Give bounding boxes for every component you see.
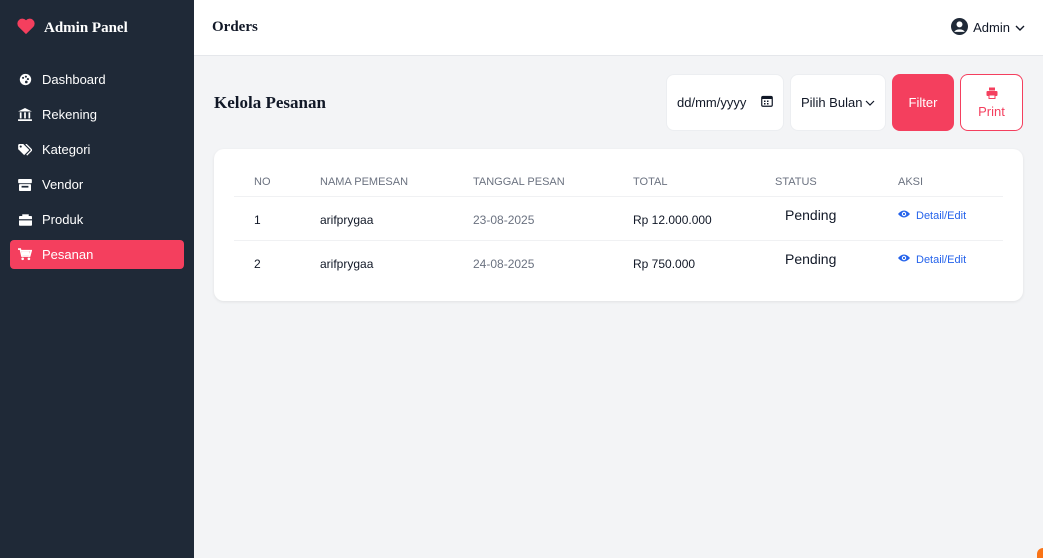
brand-title: Admin Panel (44, 19, 128, 36)
table-row: 1 arifprygaa 23-08-2025 Rp 12.000.000 Pe… (234, 196, 1003, 241)
cell-tanggal-text: 23-08-2025 (473, 213, 535, 227)
month-select[interactable]: Pilih Bulan (790, 74, 886, 131)
table-header-row: NO NAMA PEMESAN TANGGAL PESAN TOTAL STAT… (234, 169, 1003, 197)
cell-no-text: 1 (254, 213, 261, 227)
status-text: Pending (785, 251, 837, 268)
col-header-total: TOTAL (633, 169, 775, 197)
print-label: Print (978, 103, 1005, 119)
cell-total-text: Rp 750.000 (633, 257, 696, 272)
sidebar-item-dashboard[interactable]: Dashboard (10, 65, 184, 94)
cell-status: Pending (775, 240, 898, 284)
cell-total-text: Rp 12.000.000 (633, 213, 712, 227)
store-icon (18, 178, 32, 192)
cart-icon (18, 248, 32, 262)
detail-edit-label: Detail/Edit (916, 209, 967, 222)
calendar-icon (761, 95, 773, 110)
printer-icon (986, 87, 998, 102)
print-button[interactable]: Print (960, 74, 1023, 131)
sidebar-item-rekening[interactable]: Rekening (10, 100, 184, 129)
cell-aksi: Detail/Edit (898, 240, 1003, 284)
bank-icon (18, 108, 32, 122)
page-header: Kelola Pesanan dd/mm/yyyy Pilih Bulan Fi… (214, 56, 1023, 148)
sidebar-nav: Dashboard Rekening Kategori Vendor Produ… (0, 65, 194, 269)
table-row: 2 arifprygaa 24-08-2025 Rp 750.000 Pendi… (234, 240, 1003, 284)
sidebar: Admin Panel Dashboard Rekening Kategori … (0, 0, 194, 558)
topbar-title: Orders (212, 19, 258, 35)
sidebar-item-vendor[interactable]: Vendor (10, 170, 184, 199)
cell-total: Rp 12.000.000 (633, 196, 775, 241)
col-header-status: STATUS (775, 169, 898, 197)
user-name: Admin (973, 20, 1010, 35)
cell-tanggal-text: 24-08-2025 (473, 257, 535, 272)
cell-no: 2 (234, 240, 320, 284)
sidebar-item-label: Rekening (42, 107, 97, 122)
cell-aksi: Detail/Edit (898, 196, 1003, 241)
heart-icon (16, 17, 36, 40)
cell-tanggal: 24-08-2025 (473, 240, 633, 284)
cell-total: Rp 750.000 (633, 240, 775, 284)
sidebar-item-pesanan[interactable]: Pesanan (10, 240, 184, 269)
main-content: Kelola Pesanan dd/mm/yyyy Pilih Bulan Fi… (194, 56, 1043, 558)
month-select-value: Pilih Bulan (801, 95, 863, 110)
col-header-tanggal: TANGGAL PESAN (473, 169, 633, 197)
sidebar-item-label: Vendor (42, 177, 84, 192)
cell-nama: arifprygaa (320, 196, 473, 241)
col-header-nama: NAMA PEMESAN (320, 169, 473, 197)
status-text: Pending (785, 207, 837, 223)
cell-nama-text: arifprygaa (320, 257, 374, 272)
sidebar-item-label: Dashboard (42, 72, 106, 87)
orders-table: NO NAMA PEMESAN TANGGAL PESAN TOTAL STAT… (234, 169, 1003, 284)
user-avatar-icon (951, 17, 969, 38)
cell-no: 1 (234, 196, 320, 241)
detail-edit-link[interactable]: Detail/Edit (898, 253, 966, 266)
date-placeholder: dd/mm/yyyy (677, 95, 747, 110)
cell-tanggal: 23-08-2025 (473, 196, 633, 241)
date-input[interactable]: dd/mm/yyyy (666, 74, 784, 131)
box-icon (18, 213, 32, 227)
topbar: Orders Admin (194, 0, 1043, 56)
chevron-down-icon (1015, 20, 1025, 35)
detail-edit-label: Detail/Edit (916, 253, 967, 266)
brand[interactable]: Admin Panel (0, 0, 194, 56)
sidebar-item-label: Kategori (42, 142, 91, 157)
eye-icon (898, 209, 910, 222)
sidebar-item-label: Pesanan (42, 247, 94, 262)
col-header-no: NO (234, 169, 320, 197)
cell-nama: arifprygaa (320, 240, 473, 284)
page-title: Kelola Pesanan (214, 93, 326, 112)
cell-nama-text: arifprygaa (320, 213, 374, 227)
filter-button[interactable]: Filter (892, 74, 954, 131)
user-menu[interactable]: Admin (951, 17, 1025, 38)
cell-no-text: 2 (254, 257, 261, 272)
filter-controls: dd/mm/yyyy Pilih Bulan Filter Print (666, 74, 1023, 131)
orders-card: NO NAMA PEMESAN TANGGAL PESAN TOTAL STAT… (214, 149, 1023, 301)
detail-edit-link[interactable]: Detail/Edit (898, 209, 966, 222)
cell-status: Pending (775, 196, 898, 241)
tags-icon (18, 143, 32, 157)
col-header-aksi: AKSI (898, 169, 1003, 197)
sidebar-item-kategori[interactable]: Kategori (10, 135, 184, 164)
eye-icon (898, 253, 910, 266)
sidebar-item-produk[interactable]: Produk (10, 205, 184, 234)
corner-resize-handle (1037, 548, 1043, 558)
sidebar-item-label: Produk (42, 212, 84, 227)
palette-icon (18, 73, 32, 87)
chevron-down-icon (865, 95, 875, 110)
